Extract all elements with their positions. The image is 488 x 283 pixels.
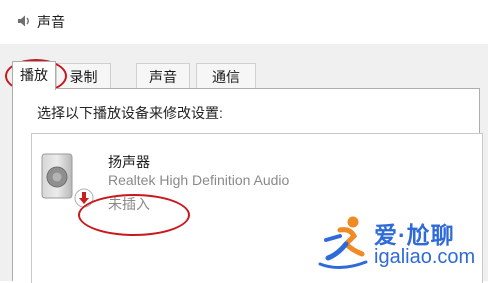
watermark-brand-text: 爱·尬聊 — [374, 222, 455, 248]
tab-communications[interactable]: 通信 — [196, 63, 256, 89]
window-title: 声音 — [37, 14, 65, 30]
device-name: 扬声器 — [108, 154, 150, 170]
instruction-text: 选择以下播放设备来修改设置: — [37, 105, 223, 121]
watermark-url-text: igaliao.com — [374, 246, 476, 268]
device-status: 未插入 — [108, 196, 150, 212]
watermark: 爱·尬聊 igaliao.com — [316, 212, 486, 274]
unplugged-arrow-icon — [74, 188, 94, 208]
speaker-icon — [18, 15, 29, 27]
tab-recording[interactable]: 录制 — [56, 63, 111, 89]
tab-sounds[interactable]: 声音 — [136, 63, 190, 89]
device-item-speaker[interactable]: 扬声器 Realtek High Definition Audio 未插入 — [38, 152, 338, 212]
device-description: Realtek High Definition Audio — [108, 172, 290, 188]
tab-playback[interactable]: 播放 — [12, 61, 56, 90]
running-figure-logo-icon — [318, 216, 368, 269]
title-bar: 声音 — [0, 0, 488, 44]
